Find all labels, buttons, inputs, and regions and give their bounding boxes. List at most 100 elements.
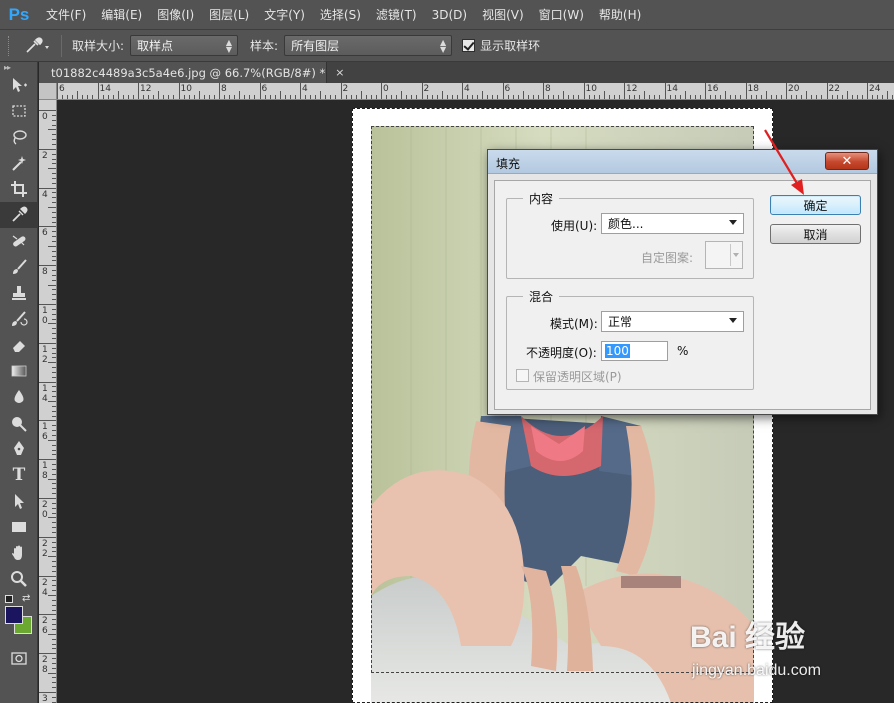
ruler-tick <box>462 83 463 99</box>
dodge-tool-icon[interactable] <box>0 410 38 436</box>
lasso-tool-icon[interactable] <box>0 124 38 150</box>
marquee-tool-icon[interactable] <box>0 98 38 124</box>
sample-select[interactable]: 所有图层 ▲ ▼ <box>284 35 453 56</box>
close-tab-icon[interactable]: × <box>335 66 344 79</box>
ruler-top-label: 14 <box>99 84 111 94</box>
zoom-tool-icon[interactable] <box>0 566 38 592</box>
ruler-tick <box>411 95 413 99</box>
menu-filter[interactable]: 滤镜(T) <box>376 6 417 23</box>
ruler-tick <box>892 95 894 99</box>
ruler-tick <box>193 95 195 99</box>
ruler-tick <box>39 420 56 422</box>
pen-tool-icon[interactable] <box>0 436 38 462</box>
ruler-tick <box>558 95 560 99</box>
rectangle-tool-icon[interactable] <box>0 514 38 540</box>
ruler-tick <box>770 95 772 99</box>
sample-size-select[interactable]: 取样点 ▲ ▼ <box>130 35 239 56</box>
preserve-transparency-checkbox[interactable] <box>516 369 529 382</box>
tool-preset-picker[interactable] <box>21 34 53 58</box>
cancel-button[interactable]: 取消 <box>770 224 861 244</box>
ruler-tick <box>710 95 712 99</box>
type-tool-icon[interactable]: T <box>0 462 38 488</box>
ruler-tick <box>52 527 56 529</box>
ruler-tick <box>320 91 322 99</box>
history-brush-tool-icon[interactable] <box>0 306 38 332</box>
ruler-tick <box>52 488 56 490</box>
menu-window[interactable]: 窗口(W) <box>539 6 584 23</box>
ruler-top-label: 12 <box>626 84 638 94</box>
toolbox-grip[interactable]: ▸▸ <box>0 62 37 72</box>
menu-help[interactable]: 帮助(H) <box>599 6 641 23</box>
horizontal-ruler[interactable]: 614121086420246810121416182022242628 <box>57 83 894 100</box>
healing-brush-tool-icon[interactable] <box>0 228 38 254</box>
ruler-top-label: 4 <box>302 84 308 94</box>
dialog-titlebar[interactable]: 填充 ✕ <box>488 150 877 174</box>
ruler-tick <box>279 91 281 99</box>
sample-size-label: 取样大小: <box>72 39 125 53</box>
close-button[interactable]: ✕ <box>825 152 869 170</box>
ruler-tick <box>52 643 56 645</box>
ruler-tick <box>396 95 398 99</box>
contents-group-title: 内容 <box>523 190 560 207</box>
mode-label: 模式(M): <box>550 317 598 331</box>
show-sampling-ring-checkbox[interactable] <box>462 39 476 52</box>
ruler-tick <box>254 95 256 99</box>
ruler-left-label: 2 <box>42 150 48 161</box>
ruler-tick <box>52 255 56 257</box>
opacity-input[interactable]: 100 <box>601 341 668 361</box>
ruler-tick <box>482 91 484 99</box>
ruler-tick <box>39 614 56 616</box>
ruler-tick <box>244 95 246 99</box>
crop-tool-icon[interactable] <box>0 176 38 202</box>
quick-mask-icon[interactable] <box>0 648 38 668</box>
hand-tool-icon[interactable] <box>0 540 38 566</box>
ruler-top-label: 6 <box>261 84 268 94</box>
ruler-corner[interactable] <box>39 83 57 100</box>
vertical-ruler[interactable]: 024681 01 21 41 61 82 02 22 42 62 83 0 <box>39 100 57 703</box>
ruler-tick <box>62 95 64 99</box>
ruler-tick <box>52 313 56 315</box>
menu-file[interactable]: 文件(F) <box>46 6 86 23</box>
ruler-tick <box>52 396 56 398</box>
ruler-tick <box>745 83 747 99</box>
swap-colors-icon[interactable]: ⇄ <box>22 593 30 604</box>
menu-edit[interactable]: 编辑(E) <box>101 6 142 23</box>
menu-select[interactable]: 选择(S) <box>320 6 361 23</box>
move-tool-icon[interactable] <box>0 72 38 98</box>
menu-image[interactable]: 图像(I) <box>157 6 194 23</box>
ruler-tick <box>694 95 696 99</box>
path-selection-tool-icon[interactable] <box>0 488 38 514</box>
ruler-tick <box>52 696 56 698</box>
mode-select[interactable]: 正常 <box>601 311 744 332</box>
ruler-tick <box>52 328 56 330</box>
ruler-top-label: 22 <box>828 84 840 94</box>
ruler-tick <box>259 83 261 99</box>
blur-tool-icon[interactable] <box>0 384 38 410</box>
ruler-tick <box>52 410 56 412</box>
ruler-tick <box>52 173 56 175</box>
foreground-color-swatch[interactable] <box>5 606 23 624</box>
ruler-left-label: 8 <box>42 267 48 278</box>
ruler-tick <box>664 83 666 99</box>
ruler-tick <box>52 619 56 621</box>
clone-stamp-tool-icon[interactable] <box>0 280 38 306</box>
use-select[interactable]: 颜色... <box>601 213 744 234</box>
menu-3d[interactable]: 3D(D) <box>432 8 467 22</box>
menu-view[interactable]: 视图(V) <box>482 6 524 23</box>
eyedropper-tool-icon[interactable] <box>0 202 38 228</box>
eraser-tool-icon[interactable] <box>0 332 38 358</box>
menu-layer[interactable]: 图层(L) <box>209 6 249 23</box>
ruler-tick <box>431 95 433 99</box>
ruler-tick <box>305 95 307 99</box>
ruler-left-label: 3 0 <box>42 694 48 703</box>
options-grip[interactable] <box>8 35 11 56</box>
document-tab[interactable]: t01882c4489a3c5a4e6.jpg @ 66.7%(RGB/8#) … <box>39 62 344 83</box>
ruler-tick <box>872 95 874 99</box>
ruler-tick <box>517 95 519 99</box>
magic-wand-tool-icon[interactable] <box>0 150 38 176</box>
gradient-tool-icon[interactable] <box>0 358 38 384</box>
default-colors-icon[interactable] <box>5 595 13 603</box>
menu-type[interactable]: 文字(Y) <box>264 6 305 23</box>
brush-tool-icon[interactable] <box>0 254 38 280</box>
ruler-top-label: 24 <box>869 84 881 94</box>
